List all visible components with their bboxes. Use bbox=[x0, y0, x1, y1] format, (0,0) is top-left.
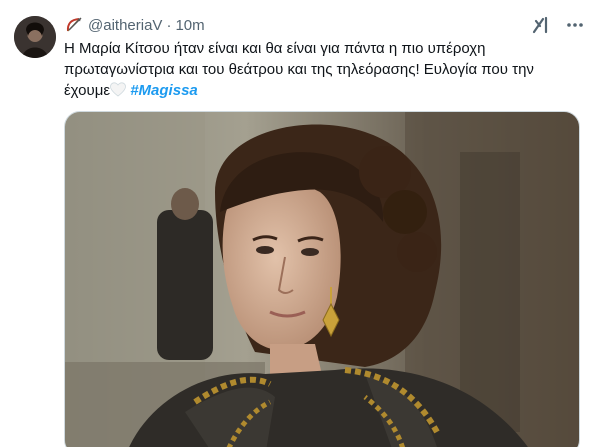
bow-arrow-emoji bbox=[65, 16, 83, 34]
more-icon[interactable] bbox=[564, 14, 586, 36]
white-heart-emoji bbox=[110, 82, 126, 103]
separator: · bbox=[166, 16, 172, 34]
tweet: @aitheriaV · 10m Η Μαρία Κίτσου ήταν είν… bbox=[0, 0, 607, 447]
user-handle[interactable]: @aitheriaV bbox=[88, 17, 162, 34]
tweet-media-image[interactable] bbox=[64, 111, 580, 447]
avatar[interactable] bbox=[14, 16, 56, 58]
tweet-header: @aitheriaV · 10m bbox=[65, 15, 205, 35]
timestamp[interactable]: 10m bbox=[175, 17, 204, 34]
tweet-text: Η Μαρία Κίτσου ήταν είναι και θα είναι γ… bbox=[64, 38, 564, 103]
hashtag-link[interactable]: #Magissa bbox=[130, 82, 198, 99]
grok-icon[interactable] bbox=[530, 14, 552, 36]
